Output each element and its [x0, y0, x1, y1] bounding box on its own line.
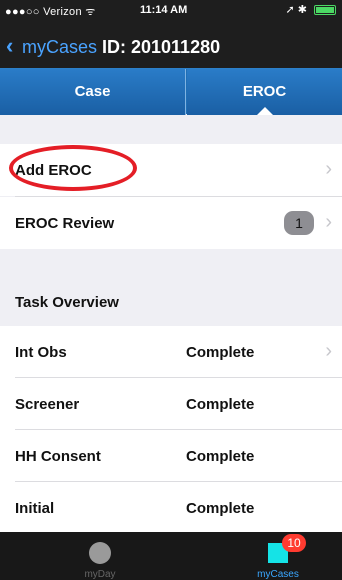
- count-badge: 1: [284, 211, 314, 235]
- segmented-tabs: Case EROC: [0, 68, 342, 115]
- task-name: Int Obs: [15, 344, 67, 361]
- carrier-signal: ●●●○○ Verizon ᯤ: [5, 6, 96, 18]
- section-header: Task Overview: [0, 270, 342, 330]
- chevron-right-icon: ›: [325, 158, 332, 180]
- navigation-bar: ‹ myCases ID: 201011280: [0, 24, 342, 68]
- task-status: Complete: [186, 448, 255, 465]
- app-screen: ●●●○○ Verizon ᯤ 11:14 AM ➚ ✱ ‹ myCases I…: [0, 0, 342, 580]
- circle-icon: [89, 542, 111, 564]
- tab-case[interactable]: Case: [0, 69, 186, 115]
- selected-caret-icon: [256, 107, 273, 115]
- back-button[interactable]: myCases: [22, 37, 97, 58]
- chevron-left-icon[interactable]: ‹: [6, 35, 13, 57]
- bottom-tab-bar: myDay 10 myCases: [0, 532, 342, 580]
- task-row-hh-consent[interactable]: HH Consent Complete: [0, 430, 342, 482]
- task-name: Initial: [15, 500, 55, 517]
- task-row-initial[interactable]: Initial Complete: [0, 482, 342, 534]
- eroc-review-label: EROC Review: [15, 215, 115, 232]
- task-status: Complete: [186, 396, 255, 413]
- status-bar: ●●●○○ Verizon ᯤ 11:14 AM ➚ ✱: [0, 0, 342, 22]
- tab-eroc-label: EROC: [242, 83, 287, 100]
- tabbar-label: myDay: [84, 569, 116, 580]
- tab-case-label: Case: [74, 83, 111, 100]
- notification-badge: 10: [282, 534, 306, 552]
- location-bluetooth-icons: ➚ ✱: [285, 4, 307, 16]
- battery-icon: [314, 5, 336, 16]
- task-row-screener[interactable]: Screener Complete: [0, 378, 342, 430]
- task-status: Complete: [186, 344, 255, 361]
- task-name: Screener: [15, 396, 80, 413]
- chevron-right-icon: ›: [325, 211, 332, 233]
- page-title: ID: 201011280: [102, 37, 221, 57]
- annotation-circle: [9, 145, 137, 191]
- top-bar: ●●●○○ Verizon ᯤ 11:14 AM ➚ ✱ ‹ myCases I…: [0, 0, 342, 68]
- task-status: Complete: [186, 500, 255, 517]
- tabbar-label: myCases: [257, 569, 299, 580]
- task-row-int-obs[interactable]: Int Obs Complete ›: [0, 326, 342, 378]
- tabbar-item-myday[interactable]: myDay: [40, 532, 160, 580]
- list-item-eroc-review[interactable]: EROC Review 1 ›: [0, 197, 342, 249]
- status-time: 11:14 AM: [140, 4, 188, 16]
- section-title: Task Overview: [15, 294, 119, 311]
- tab-eroc[interactable]: EROC: [187, 69, 342, 115]
- task-name: HH Consent: [15, 448, 101, 465]
- status-right: ➚ ✱: [285, 3, 336, 16]
- chevron-right-icon: ›: [325, 340, 332, 362]
- tabbar-item-mycases[interactable]: 10 myCases: [218, 532, 338, 580]
